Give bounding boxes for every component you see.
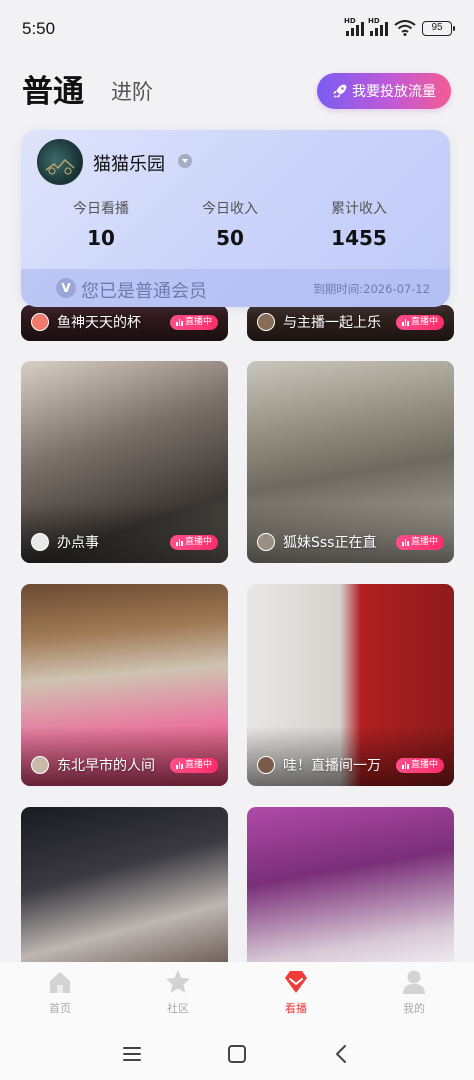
nav-item-community[interactable]: 社区 bbox=[138, 968, 218, 1016]
streamer-name: 狐妹Sss正在直 bbox=[283, 535, 377, 551]
live-badge: 直播中 bbox=[170, 534, 218, 550]
nav-label: 社区 bbox=[167, 1002, 189, 1015]
promote-traffic-button[interactable]: 我要投放流量 bbox=[317, 73, 451, 109]
live-card[interactable]: 办点事 直播中 bbox=[21, 361, 228, 563]
signal-icon: HD bbox=[344, 17, 364, 36]
nav-label: 我的 bbox=[403, 1002, 425, 1015]
home-square-icon[interactable] bbox=[225, 1042, 249, 1066]
streamer-name: 东北早市的人间 bbox=[57, 758, 155, 774]
live-bars-icon bbox=[402, 538, 409, 546]
status-time: 5:50 bbox=[22, 19, 56, 38]
stat-label: 累计收入 bbox=[331, 201, 387, 217]
avatar[interactable] bbox=[37, 139, 83, 185]
avatar bbox=[257, 533, 275, 551]
diamond-icon bbox=[285, 971, 307, 993]
membership-status: 您已是普通会员 bbox=[81, 281, 207, 302]
nav-item-home[interactable]: 首页 bbox=[20, 968, 100, 1016]
tab-normal[interactable]: 普通 bbox=[22, 66, 84, 111]
membership-bar: V 您已是普通会员 到期时间:2026-07-12 bbox=[21, 269, 450, 307]
stat-label: 今日看播 bbox=[73, 201, 129, 217]
tab-advanced[interactable]: 进阶 bbox=[111, 76, 153, 106]
back-icon[interactable] bbox=[330, 1042, 354, 1066]
system-nav-bar bbox=[0, 1028, 474, 1080]
status-icons: HD HD 95 bbox=[344, 17, 455, 36]
stat-total-income: 累计收入 1455 bbox=[299, 198, 419, 250]
live-card[interactable]: 鱼神天天的杯 直播中 bbox=[21, 305, 228, 341]
stat-today-views: 今日看播 10 bbox=[41, 198, 161, 250]
live-badge: 直播中 bbox=[396, 314, 444, 330]
stat-value: 50 bbox=[216, 226, 244, 250]
chevron-down-icon[interactable] bbox=[178, 154, 192, 168]
avatar bbox=[257, 756, 275, 774]
streamer-name: 鱼神天天的杯 bbox=[57, 315, 141, 331]
live-bars-icon bbox=[402, 318, 409, 326]
stat-value: 10 bbox=[87, 226, 115, 250]
home-icon bbox=[50, 972, 70, 993]
live-bars-icon bbox=[176, 318, 183, 326]
rocket-icon bbox=[333, 84, 347, 98]
card-image bbox=[247, 807, 454, 967]
nav-item-watch[interactable]: 看播 bbox=[256, 968, 336, 1016]
live-card[interactable]: 东北早市的人间 直播中 bbox=[21, 584, 228, 786]
stat-value: 1455 bbox=[331, 226, 387, 250]
live-bars-icon bbox=[176, 761, 183, 769]
member-name[interactable]: 猫猫乐园 bbox=[93, 150, 165, 176]
live-feed-screen: 5:50 HD HD 95 鱼神天天的杯 直播中 与主播一起上乐 直播中 办点事… bbox=[0, 0, 474, 1080]
header: 普通 进阶 我要投放流量 bbox=[0, 58, 474, 128]
avatar-image bbox=[45, 158, 75, 175]
avatar bbox=[31, 313, 49, 331]
card-image bbox=[21, 807, 228, 967]
vip-badge-icon: V bbox=[56, 278, 76, 298]
live-badge: 直播中 bbox=[170, 757, 218, 773]
user-icon bbox=[403, 970, 425, 994]
avatar bbox=[257, 313, 275, 331]
streamer-name: 办点事 bbox=[57, 535, 99, 551]
nav-item-me[interactable]: 我的 bbox=[374, 968, 454, 1016]
avatar bbox=[31, 533, 49, 551]
live-bars-icon bbox=[176, 538, 183, 546]
status-bar: 5:50 HD HD 95 bbox=[0, 0, 474, 58]
streamer-name: 哇！直播间一万 bbox=[283, 758, 381, 774]
live-card[interactable]: 哇！直播间一万 直播中 bbox=[247, 584, 454, 786]
live-badge: 直播中 bbox=[396, 534, 444, 550]
stat-label: 今日收入 bbox=[202, 201, 258, 217]
stat-today-income: 今日收入 50 bbox=[170, 198, 290, 250]
signal-icon: HD bbox=[368, 17, 388, 36]
live-badge: 直播中 bbox=[170, 314, 218, 330]
menu-icon[interactable] bbox=[120, 1042, 144, 1066]
live-card[interactable]: 狐妹Sss正在直 直播中 bbox=[247, 361, 454, 563]
battery-icon: 95 bbox=[422, 20, 455, 36]
live-card[interactable] bbox=[21, 807, 228, 967]
live-bars-icon bbox=[402, 761, 409, 769]
live-card[interactable]: 与主播一起上乐 直播中 bbox=[247, 305, 454, 341]
live-card[interactable] bbox=[247, 807, 454, 967]
star-icon bbox=[166, 970, 190, 993]
avatar bbox=[31, 756, 49, 774]
live-badge: 直播中 bbox=[396, 757, 444, 773]
wifi-icon bbox=[394, 20, 416, 36]
bottom-nav: 首页 社区 看播 我的 bbox=[0, 962, 474, 1028]
nav-label: 首页 bbox=[49, 1002, 71, 1015]
nav-label: 看播 bbox=[285, 1002, 307, 1015]
member-card: 猫猫乐园 今日看播 10 今日收入 50 累计收入 1455 V 您已是普通会员… bbox=[21, 130, 450, 307]
streamer-name: 与主播一起上乐 bbox=[283, 315, 381, 331]
membership-expire-date: 到期时间:2026-07-12 bbox=[313, 282, 430, 296]
